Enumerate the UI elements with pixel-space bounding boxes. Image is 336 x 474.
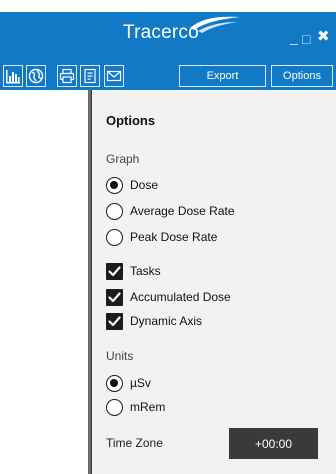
radio-graph-dose[interactable]: Dose [106,176,158,194]
radio-unit-usv[interactable]: µSv [106,374,151,392]
checkbox-dynamic-axis[interactable]: Dynamic Axis [106,312,202,330]
document-icon [84,68,96,84]
radio-unselected-icon[interactable] [106,398,123,416]
print-button[interactable] [57,65,77,87]
graph-section-label: Graph [106,152,140,166]
maximize-button[interactable]: □ [302,32,310,46]
map-view-button[interactable] [26,65,46,87]
radio-label: µSv [130,376,151,390]
printer-icon [59,68,75,84]
bar-chart-icon [6,70,20,84]
checkbox-checked-icon[interactable] [106,262,123,280]
top-strip [0,0,336,12]
close-button[interactable]: ✖ [317,29,330,44]
time-zone-field[interactable]: +00:00 [229,428,318,459]
radio-label: Average Dose Rate [130,204,235,218]
report-button[interactable] [80,65,100,87]
globe-icon [28,68,44,84]
options-button[interactable]: Options [271,65,333,87]
envelope-icon [106,70,122,82]
email-button[interactable] [104,65,124,87]
brand-swoosh-icon [190,16,240,33]
radio-graph-peak-dose-rate[interactable]: Peak Dose Rate [106,228,217,246]
radio-selected-icon[interactable] [106,176,123,194]
checkbox-checked-icon[interactable] [106,288,123,306]
minimize-button[interactable]: _ [290,30,298,44]
radio-unit-mrem[interactable]: mRem [106,398,165,416]
radio-label: Dose [130,178,159,192]
checkbox-accumulated-dose[interactable]: Accumulated Dose [106,288,231,306]
checkbox-tasks[interactable]: Tasks [106,262,161,280]
checkbox-label: Tasks [130,264,161,278]
units-section-label: Units [106,349,134,363]
radio-unselected-icon[interactable] [106,228,123,246]
time-zone-label: Time Zone [106,436,163,450]
options-panel [91,90,336,474]
checkbox-label: Dynamic Axis [130,314,203,328]
radio-label: mRem [130,400,166,414]
radio-label: Peak Dose Rate [130,230,218,244]
chart-view-button[interactable] [3,65,23,87]
options-title: Options [106,113,156,128]
radio-unselected-icon[interactable] [106,202,123,220]
checkbox-label: Accumulated Dose [130,290,231,304]
checkbox-checked-icon[interactable] [106,312,123,330]
radio-graph-average-dose-rate[interactable]: Average Dose Rate [106,202,235,220]
radio-selected-icon[interactable] [106,374,123,392]
export-button[interactable]: Export [179,65,266,87]
